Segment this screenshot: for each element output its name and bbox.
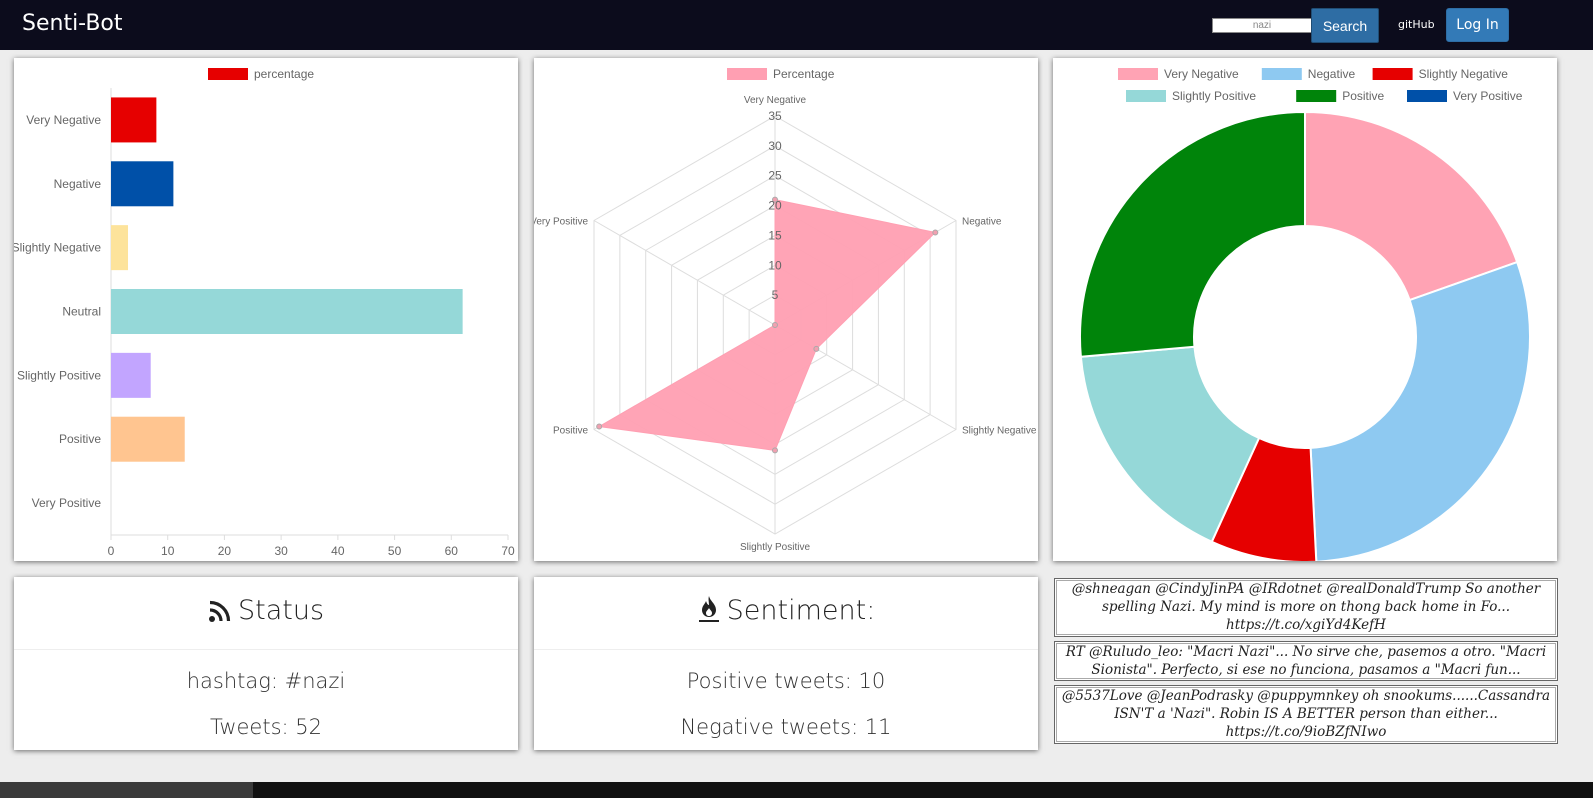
legend-label: Slightly Negative <box>1419 67 1509 81</box>
radar-data-area <box>597 198 937 451</box>
bar <box>111 97 157 143</box>
bar <box>111 225 129 271</box>
legend-label: Very Positive <box>1453 89 1523 103</box>
legend-swatch <box>1296 90 1337 102</box>
y-tick-label: Neutral <box>62 305 101 319</box>
x-tick-label: 0 <box>108 544 115 558</box>
x-tick-label: 50 <box>388 544 402 558</box>
y-tick-label: Slightly Positive <box>17 368 101 382</box>
bar-chart: percentage 0 10 20 30 40 50 60 70 Very Negative Ne… <box>14 67 515 558</box>
legend-label: Very Negative <box>1164 67 1239 81</box>
radar-chart-panel: Percentage Very Negative Negative Slightly … <box>534 58 1038 561</box>
sentiment-divider <box>534 649 1038 650</box>
legend-label: Positive <box>1342 89 1384 103</box>
radar-tick-label: 15 <box>768 228 782 242</box>
search-input[interactable] <box>1212 18 1312 33</box>
radar-tick-label: 30 <box>768 139 782 153</box>
y-tick-label: Negative <box>54 177 102 191</box>
legend-label: Slightly Positive <box>1172 89 1256 103</box>
radar-tick-label: 20 <box>768 199 782 213</box>
radar-tick-label: 10 <box>768 258 782 272</box>
x-tick-label: 40 <box>331 544 345 558</box>
bar <box>111 161 174 207</box>
status-tweet-count: Tweets: 52 <box>209 715 322 739</box>
negative-tweet-count: Negative tweets: 11 <box>680 715 892 739</box>
bar <box>111 352 151 398</box>
bar <box>111 289 463 334</box>
radar-chart: Percentage Very Negative Negative Slightly … <box>534 67 1037 553</box>
radar-axis-label: Slightly Negative <box>962 426 1037 437</box>
navbar: Senti-Bot Search gitHub Log In <box>0 0 1593 50</box>
y-tick-label: Very Positive <box>32 496 102 510</box>
legend-swatch <box>1261 68 1302 80</box>
doughnut-chart: Very Negative Negative Slightly Negative Sl… <box>1079 67 1531 561</box>
legend-swatch <box>1407 90 1447 102</box>
radar-point <box>596 423 603 430</box>
sentiment-heading: Sentiment: <box>534 595 1038 626</box>
fire-icon <box>698 596 719 622</box>
tweet-item[interactable]: @shneagan @CindyJinPA @IRdotnet @realDon… <box>1054 578 1558 637</box>
doughnut-slice <box>1309 260 1531 561</box>
legend-swatch <box>1126 90 1166 102</box>
radar-tick-label: 25 <box>768 169 782 183</box>
status-panel: Status hashtag: #nazi Tweets: 52 <box>14 577 518 750</box>
radar-spoke <box>593 220 776 326</box>
x-tick-label: 10 <box>161 544 175 558</box>
x-tick-label: 60 <box>445 544 459 558</box>
status-divider <box>14 649 518 650</box>
login-button[interactable]: Log In <box>1446 8 1509 42</box>
sentiment-panel: Sentiment: Positive tweets: 10 Negative … <box>534 577 1038 750</box>
doughnut-chart-panel: Very Negative Negative Slightly Negative Sl… <box>1053 58 1557 561</box>
bar-chart-panel: percentage 0 10 20 30 40 50 60 70 Very Negative Ne… <box>14 58 518 561</box>
status-heading: Status <box>14 595 518 626</box>
legend-swatch <box>208 68 248 80</box>
positive-tweet-count: Positive tweets: 10 <box>686 669 886 693</box>
radar-point <box>932 229 939 236</box>
radar-point <box>813 345 820 352</box>
y-tick-label: Very Negative <box>26 113 101 127</box>
radar-tick-label: 35 <box>768 109 782 123</box>
bottom-bar <box>0 782 1593 798</box>
search-button[interactable]: Search <box>1311 8 1379 43</box>
legend-swatch <box>1118 68 1158 80</box>
doughnut-slice <box>1079 110 1306 358</box>
radar-axis-label: Positive <box>553 426 588 437</box>
radar-axis-label: Slightly Positive <box>740 542 810 553</box>
status-hashtag: hashtag: #nazi <box>186 669 346 693</box>
radar-point <box>772 322 778 328</box>
x-tick-label: 20 <box>218 544 232 558</box>
legend-swatch <box>727 68 767 80</box>
y-tick-label: Positive <box>59 432 101 446</box>
y-tick-label: Slightly Negative <box>14 241 101 255</box>
radar-axis-label: Negative <box>962 217 1002 228</box>
x-tick-label: 70 <box>501 544 515 558</box>
brand-logo[interactable]: Senti-Bot <box>22 11 123 36</box>
doughnut-slice <box>1304 110 1519 302</box>
radar-point <box>772 447 778 454</box>
status-title: Status <box>237 595 325 626</box>
rss-icon <box>208 600 231 622</box>
bar <box>111 416 185 462</box>
bottom-bar-segment <box>0 782 253 798</box>
tweet-item[interactable]: RT @Ruludo_leo: "Macri Nazi"... No sirve… <box>1054 641 1558 681</box>
x-tick-label: 30 <box>274 544 288 558</box>
sentiment-title: Sentiment: <box>726 595 876 626</box>
radar-axis-label: Very Positive <box>534 217 588 228</box>
tweet-item[interactable]: @5537Love @JeanPodrasky @puppymnkey oh s… <box>1054 685 1558 744</box>
legend-label: Percentage <box>773 67 835 81</box>
legend-label: Negative <box>1308 67 1356 81</box>
legend-label: percentage <box>254 67 314 81</box>
radar-tick-label: 5 <box>772 288 779 302</box>
github-link[interactable]: gitHub <box>1398 18 1435 31</box>
legend-swatch <box>1372 68 1413 80</box>
radar-axis-label: Very Negative <box>744 95 807 106</box>
